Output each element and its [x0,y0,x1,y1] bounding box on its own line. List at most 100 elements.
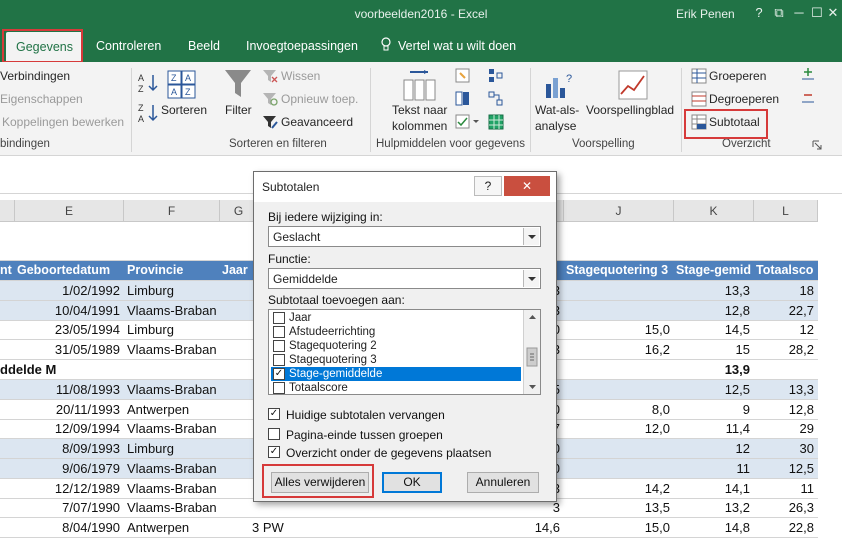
sort-desc-icon[interactable]: ZA [138,102,160,124]
ungroup-icon[interactable] [691,91,707,107]
table-cell[interactable]: 12,5 [674,380,754,399]
table-cell[interactable]: 12,8 [754,400,818,419]
dialog-help-button[interactable]: ? [474,176,502,196]
table-cell[interactable]: Vlaams-Braban [127,479,220,498]
text-to-columns-icon[interactable] [402,70,436,102]
what-if-icon[interactable]: ? [544,70,574,100]
show-detail-icon[interactable] [801,67,815,81]
user-name[interactable]: Erik Penen [676,7,735,21]
list-scrollbar[interactable] [523,310,540,394]
table-cell[interactable]: 22,7 [754,301,818,320]
table-cell[interactable]: 7/07/1990 [15,498,124,517]
table-cell[interactable]: 16,2 [564,340,674,359]
table-cell[interactable]: 20/11/1993 [15,400,124,419]
table-cell[interactable]: 13,3 [674,281,754,300]
table-cell[interactable]: 11,4 [674,419,754,438]
list-item[interactable]: Stagequotering 2 [271,339,521,353]
list-item[interactable]: Stagequotering 3 [271,353,521,367]
table-cell[interactable]: 26,3 [754,498,818,517]
remove-duplicates-icon[interactable] [455,91,471,107]
table-cell[interactable]: 30 [754,439,818,458]
table-cell[interactable]: 11 [754,479,818,498]
sort-asc-icon[interactable]: AZ [138,72,160,94]
cancel-button[interactable]: Annuleren [467,472,539,493]
table-cell[interactable] [564,301,674,320]
table-cell[interactable]: 12 [754,320,818,339]
table-cell[interactable]: 28,2 [754,340,818,359]
table-cell[interactable]: 12,5 [754,459,818,478]
table-cell[interactable]: Antwerpen [127,518,220,537]
tab-invoegtoepassingen[interactable]: Invoegtoepassingen [246,39,358,53]
table-cell[interactable]: 13,3 [754,380,818,399]
header-cell[interactable]: Provincie [127,261,220,280]
dialog-close-button[interactable]: ✕ [504,176,550,196]
dropdown-arrow[interactable] [523,228,539,245]
function-select[interactable]: Gemiddelde [268,268,541,289]
checkbox-checked[interactable]: ✓ [268,446,280,458]
table-cell[interactable]: 15,0 [564,320,674,339]
subtotal-label[interactable]: ddelde M [0,360,124,379]
subtotal-value[interactable]: 13,9 [674,360,754,379]
table-cell[interactable]: Vlaams-Braban [127,498,220,517]
table-cell[interactable] [564,281,674,300]
list-item[interactable]: Jaar [271,311,521,325]
dialog-launcher-icon[interactable] [812,140,822,150]
table-cell[interactable]: 13,2 [674,498,754,517]
table-cell[interactable]: 15,0 [564,518,674,537]
group-icon[interactable] [691,68,707,84]
ok-button[interactable]: OK [382,472,442,493]
header-cell[interactable]: Stage-gemid [676,261,754,280]
table-cell[interactable]: 12/09/1994 [15,419,124,438]
checkbox[interactable] [273,354,285,366]
table-cell[interactable]: Limburg [127,439,220,458]
close-icon[interactable]: ✕ [822,2,842,24]
table-cell[interactable] [564,439,674,458]
change-in-select[interactable]: Geslacht [268,226,541,247]
hide-detail-icon[interactable] [801,90,815,104]
table-cell[interactable]: 8/04/1990 [15,518,124,537]
checkbox[interactable] [273,326,285,338]
ungroup-button[interactable]: Degroeperen [709,92,779,106]
checkbox[interactable] [273,382,285,394]
table-cell[interactable]: 18 [754,281,818,300]
table-cell[interactable]: 14,5 [674,320,754,339]
table-cell[interactable]: 8,0 [564,400,674,419]
table-cell[interactable]: Vlaams-Braban [127,419,220,438]
relationships-icon[interactable] [488,91,504,107]
table-cell[interactable]: 12 [674,439,754,458]
table-cell[interactable]: 22,8 [754,518,818,537]
tab-beeld[interactable]: Beeld [188,39,220,53]
table-cell[interactable]: 12/12/1989 [15,479,124,498]
table-cell[interactable]: 31/05/1989 [15,340,124,359]
column-header[interactable] [0,200,15,222]
advanced-button[interactable]: Geavanceerd [281,115,353,129]
ribbon-display-icon[interactable]: ⧉ [768,2,790,24]
tab-controleren[interactable]: Controleren [96,39,161,53]
table-cell[interactable]: 8/09/1993 [15,439,124,458]
connections-button[interactable]: Verbindingen [0,69,70,83]
forecast-sheet-button[interactable]: Voorspellingblad [586,103,674,117]
clear-filter-icon[interactable] [262,68,278,84]
header-cell[interactable]: Totaalsco [756,261,818,280]
forecast-sheet-icon[interactable] [618,70,648,100]
table-cell[interactable]: Vlaams-Braban [127,340,220,359]
clear-button[interactable]: Wissen [281,69,320,83]
tell-me-search[interactable]: Vertel wat u wilt doen [398,39,516,53]
checkbox[interactable] [273,340,285,352]
table-cell[interactable]: 14,8 [674,518,754,537]
list-item[interactable]: Totaalscore [271,381,521,394]
properties-button[interactable]: Eigenschappen [0,92,83,106]
column-header-e[interactable]: E [15,200,124,222]
consolidate-icon[interactable] [488,68,504,84]
column-header-j[interactable]: J [564,200,674,222]
table-cell[interactable]: Limburg [127,281,220,300]
checkbox-checked[interactable]: ✓ [268,408,280,420]
dialog-title-bar[interactable]: Subtotalen ? ✕ [254,172,556,202]
list-item-selected[interactable]: ✓ Stage-gemiddelde [271,367,521,381]
checkbox[interactable] [273,312,285,324]
header-cell[interactable]: Stagequotering 3 [566,261,674,280]
table-cell[interactable]: 10/04/1991 [15,301,124,320]
what-if-button[interactable]: Wat-als- [535,103,579,117]
group-button[interactable]: Groeperen [709,69,766,83]
table-cell[interactable]: 9 [674,400,754,419]
